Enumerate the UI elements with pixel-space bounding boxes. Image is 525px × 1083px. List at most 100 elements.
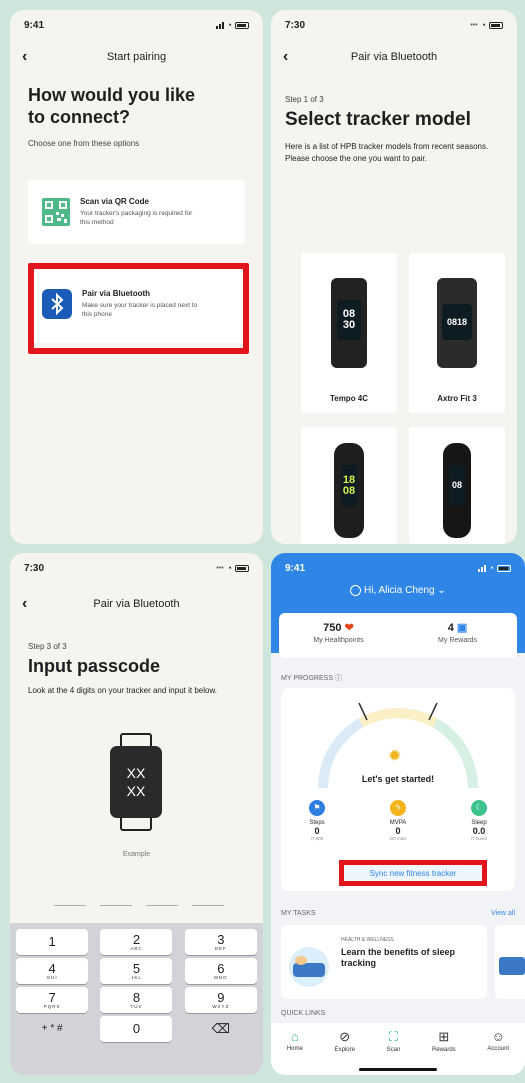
tracker-card[interactable]: 08: [409, 427, 505, 544]
tasks-header: MY TASKS View all: [281, 910, 515, 917]
option-qr-code[interactable]: Scan via QR Code Your tracker's packagin…: [28, 180, 245, 244]
tracker-card[interactable]: 08 30 Tempo 4C: [301, 253, 397, 413]
step-label: Step 3 of 3: [28, 642, 67, 651]
signal-icon: [215, 21, 224, 29]
tracker-passcode-line: XX: [126, 765, 146, 781]
greeting-dropdown[interactable]: Hi, Alicia Cheng ⌄: [271, 585, 525, 596]
metric-sleep[interactable]: ☾ Sleep 0.0 /7 hours: [457, 800, 501, 841]
nav-title: Start pairing: [106, 51, 167, 63]
page-title: Input passcode: [28, 656, 161, 676]
battery-icon: [489, 21, 503, 29]
page-subtitle: Choose one from these options: [28, 139, 140, 148]
tracker-card[interactable]: 18 08: [301, 427, 397, 544]
healthpoints-summary[interactable]: 750 ❤ My Healthpoints: [279, 613, 398, 658]
tracker-image: 0818: [437, 278, 477, 368]
status-time: 7:30: [285, 19, 306, 31]
tracker-image: 08: [443, 443, 471, 538]
tracker-image: 18 08: [334, 443, 364, 538]
account-icon: ☺: [491, 1029, 505, 1044]
key-4[interactable]: 4 GHI: [16, 957, 89, 984]
signal-icon: •••: [216, 564, 224, 572]
back-icon[interactable]: ‹: [22, 595, 27, 613]
passcode-digit-slot[interactable]: [54, 905, 86, 906]
tracker-screen-text: 30: [342, 319, 356, 331]
passcode-digit-slot[interactable]: [192, 905, 224, 906]
tracker-card[interactable]: 0818 Axtro Fit 3: [409, 253, 505, 413]
status-bar: 9:41 ◔: [271, 553, 525, 583]
key-7[interactable]: 7 PQRS: [16, 986, 89, 1013]
wifi-icon: ◔: [226, 20, 232, 30]
moon-icon: ☾: [471, 800, 487, 816]
lightning-icon: ϟ: [390, 800, 406, 816]
task-card[interactable]: [495, 925, 525, 999]
passcode-digit-slot[interactable]: [100, 905, 132, 906]
passcode-digit-slot[interactable]: [146, 905, 178, 906]
task-title: Learn the benefits of sleep tracking: [341, 947, 456, 968]
heart-icon: ❤: [344, 622, 354, 634]
tab-account[interactable]: ☺ Account: [487, 1029, 509, 1075]
battery-icon: [497, 564, 511, 572]
key-3[interactable]: 3 DEF: [184, 928, 257, 955]
sleep-illustration-icon: [289, 947, 329, 987]
key-0[interactable]: 0: [100, 1015, 173, 1042]
nav-bar: ‹ Pair via Bluetooth: [10, 587, 263, 621]
rewards-summary[interactable]: 4 ▣ My Rewards: [398, 613, 517, 658]
delete-key-icon[interactable]: ⌫: [185, 1016, 257, 1042]
key-2[interactable]: 2 ABC: [100, 928, 173, 955]
scan-icon: ⛶: [388, 1029, 398, 1044]
key-1[interactable]: 1: [16, 928, 89, 955]
page-description: Here is a list of HPB tracker models fro…: [285, 142, 489, 163]
home-indicator: [359, 1068, 437, 1071]
greeting-text: Hi, Alicia Cheng: [364, 585, 435, 597]
qr-code-icon: [42, 198, 70, 226]
signal-icon: [477, 564, 486, 572]
status-bar: 7:30 ••• ◔: [10, 553, 263, 583]
passcode-input[interactable]: [54, 905, 224, 906]
progress-section-title: MY PROGRESS ⓘ: [281, 675, 342, 682]
view-all-link[interactable]: View all: [491, 910, 515, 917]
metric-mvpa[interactable]: ϟ MVPA 0 /20 mins: [376, 800, 420, 841]
tracker-screen-text: 08: [342, 485, 356, 497]
key-8[interactable]: 8 TUV: [100, 986, 173, 1013]
task-tag: HEALTH & WELLNESS: [341, 937, 394, 943]
tab-explore[interactable]: ⊘ Explore: [335, 1029, 355, 1075]
page-description: Look at the 4 digits on your tracker and…: [28, 686, 218, 695]
gift-icon: ▣: [456, 622, 468, 634]
wifi-icon: ◔: [226, 563, 232, 573]
rewards-value: 4: [447, 622, 454, 634]
chevron-down-icon: ⌄: [437, 585, 446, 597]
sync-tracker-button[interactable]: Sync new fitness tracker: [339, 860, 487, 886]
metric-steps[interactable]: ⚑ Steps 0 /7,000: [295, 800, 339, 841]
healthpoints-value: 750: [323, 622, 342, 634]
tracker-screen-text: 08: [451, 479, 462, 490]
task-card[interactable]: HEALTH & WELLNESS Learn the benefits of …: [281, 925, 487, 999]
key-6[interactable]: 6 MNO: [184, 957, 257, 984]
tab-home[interactable]: ⌂ Home: [287, 1029, 303, 1075]
wifi-icon: ◔: [488, 563, 494, 573]
step-label: Step 1 of 3: [285, 95, 324, 104]
key-5[interactable]: 5 JKL: [100, 957, 173, 984]
home-icon: ⌂: [290, 1029, 299, 1044]
status-icons: ◔: [215, 20, 249, 30]
status-bar: 7:30 ••• ◔: [271, 10, 517, 40]
quicklinks-section-title: QUICK LINKS: [281, 1010, 326, 1017]
back-icon[interactable]: ‹: [283, 48, 288, 66]
rewards-label: My Rewards: [438, 637, 477, 644]
option-qr-title: Scan via QR Code: [80, 197, 149, 206]
key-9[interactable]: 9 WXYZ: [184, 986, 257, 1013]
select-tracker-screen: 7:30 ••• ◔ ‹ Pair via Bluetooth Step 1 o…: [271, 10, 517, 544]
key-symbols[interactable]: + * #: [16, 1016, 88, 1042]
start-pairing-screen: 9:41 ◔ ‹ Start pairing How would you lik…: [10, 10, 263, 544]
nav-title: Pair via Bluetooth: [93, 598, 180, 610]
status-icons: ◔: [477, 563, 511, 573]
healthpoints-label: My Healthpoints: [313, 637, 364, 644]
option-qr-desc: Your tracker's packaging is required for…: [80, 210, 193, 226]
status-time: 9:41: [285, 562, 306, 574]
tracker-image: 08 30: [331, 278, 367, 368]
back-icon[interactable]: ‹: [22, 48, 27, 66]
nav-bar: ‹ Pair via Bluetooth: [271, 40, 517, 74]
numeric-keypad: 1 2 ABC 3 DEF 4 GHI 5 JKL 6 MNO 7 PQRS 8 TUV 9W…: [10, 923, 263, 1075]
gauge-message: Let's get started!: [361, 774, 435, 784]
status-time: 7:30: [24, 562, 45, 574]
metrics-row: ⚑ Steps 0 /7,000 ϟ MVPA 0 /20 mins ☾ Sle…: [281, 800, 515, 841]
